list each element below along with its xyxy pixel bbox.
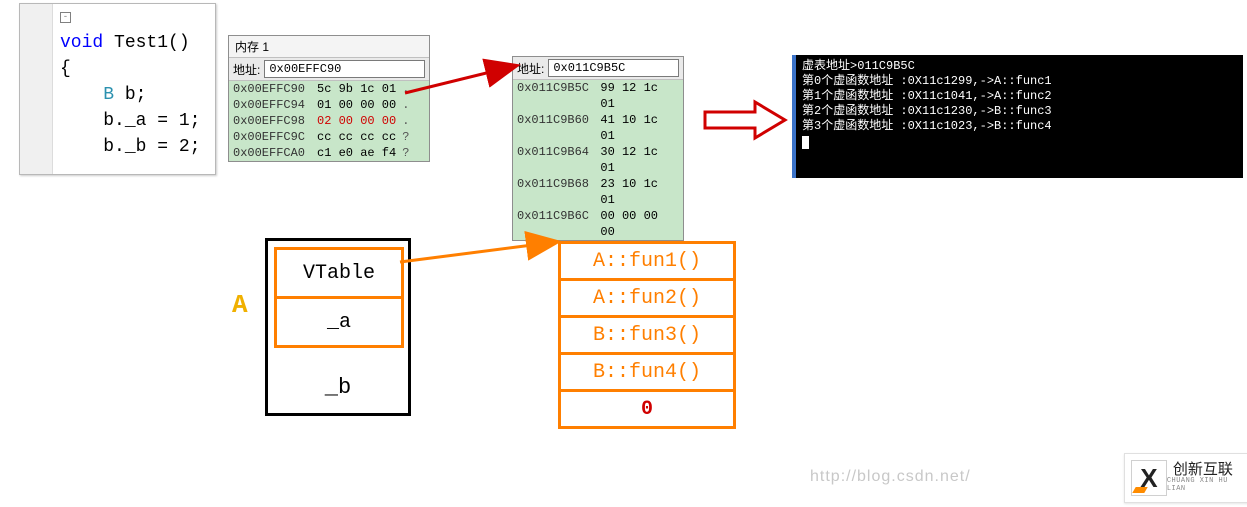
brace-open: { xyxy=(60,59,71,79)
arrow-to-console xyxy=(700,100,790,140)
console-line-1: 第0个虚函数地址 :0X11c1299,->A::func1 xyxy=(802,74,1052,88)
stmt-b: b._b = 2; xyxy=(103,137,200,157)
console-output: 虚表地址>011C9B5C 第0个虚函数地址 :0X11c1299,->A::f… xyxy=(792,55,1243,178)
vtable-entry-0: A::fun1() xyxy=(561,244,733,281)
mem-addr: 0x00EFFCA0 xyxy=(233,145,317,161)
console-line-4: 第3个虚函数地址 :0X11c1023,->B::func4 xyxy=(802,119,1052,133)
memory-body-1: 0x00EFFC905c 9b 1c 01.0x00EFFC9401 00 00… xyxy=(229,81,429,161)
stmt-a: b._a = 1; xyxy=(103,111,200,131)
keyword-void: void xyxy=(60,33,103,53)
memory-row: 0x011C9B6823 10 1c 01 xyxy=(513,176,683,208)
arrow-vtable-pointer xyxy=(398,232,568,272)
arrow-mem1-to-mem2 xyxy=(400,58,530,98)
vtable-list: A::fun1() A::fun2() B::fun3() B::fun4() … xyxy=(558,241,736,429)
memory-pane-2: 地址: 0x011C9B5C 0x011C9B5C99 12 1c 010x01… xyxy=(512,56,684,241)
memory-row: 0x00EFFCA0c1 e0 ae f4? xyxy=(229,145,429,161)
object-inner: VTable _a xyxy=(274,247,404,348)
decl-b: b; xyxy=(114,85,146,105)
mem-bytes: 02 00 00 00 xyxy=(317,113,396,129)
memory-address-bar-2: 地址: 0x011C9B5C xyxy=(513,57,683,80)
memory-row: 0x00EFFC9802 00 00 00. xyxy=(229,113,429,129)
type-B: B xyxy=(103,85,114,105)
mem-suffix: ? xyxy=(402,145,409,161)
mem-bytes: 23 10 1c 01 xyxy=(600,176,679,208)
memory-row: 0x011C9B6041 10 1c 01 xyxy=(513,112,683,144)
mem-bytes: 41 10 1c 01 xyxy=(600,112,679,144)
address-label: 地址: xyxy=(233,61,260,78)
mem-addr: 0x011C9B64 xyxy=(517,144,600,176)
obj-cell-b: _b xyxy=(268,361,408,413)
mem-addr: 0x00EFFC9C xyxy=(233,129,317,145)
console-line-0: 虚表地址>011C9B5C xyxy=(802,59,915,73)
logo-cn: 创新互联 xyxy=(1173,463,1247,477)
mem-addr: 0x011C9B60 xyxy=(517,112,600,144)
mem-addr: 0x00EFFC90 xyxy=(233,81,317,97)
mem-bytes: 01 00 00 00 xyxy=(317,97,396,113)
object-box: VTable _a _b xyxy=(265,238,411,416)
memory-row: 0x00EFFC9401 00 00 00. xyxy=(229,97,429,113)
memory-pane-1: 内存 1 地址: 0x00EFFC90 0x00EFFC905c 9b 1c 0… xyxy=(228,35,430,162)
mem-suffix: . xyxy=(402,113,409,129)
obj-cell-vtable: VTable xyxy=(277,250,401,299)
mem-suffix: ? xyxy=(402,129,409,145)
memory-row: 0x011C9B5C99 12 1c 01 xyxy=(513,80,683,112)
console-line-3: 第2个虚函数地址 :0X11c1230,->B::func3 xyxy=(802,104,1052,118)
logo-mark-icon: X xyxy=(1131,460,1167,496)
mem-suffix: . xyxy=(402,97,409,113)
memory-tab-1[interactable]: 内存 1 xyxy=(229,36,429,58)
logo-en: CHUANG XIN HU LIAN xyxy=(1167,477,1247,493)
mem-addr: 0x011C9B68 xyxy=(517,176,600,208)
memory-body-2: 0x011C9B5C99 12 1c 010x011C9B6041 10 1c … xyxy=(513,80,683,240)
logo-box: X 创新互联 CHUANG XIN HU LIAN xyxy=(1124,453,1247,503)
vtable-entry-1: A::fun2() xyxy=(561,281,733,318)
vtable-entry-null: 0 xyxy=(561,392,733,426)
memory-address-bar-1: 地址: 0x00EFFC90 xyxy=(229,58,429,81)
memory-row: 0x00EFFC9Ccc cc cc cc? xyxy=(229,129,429,145)
memory-row: 0x011C9B6430 12 1c 01 xyxy=(513,144,683,176)
memory-row: 0x00EFFC905c 9b 1c 01. xyxy=(229,81,429,97)
code-body: void Test1() { B b; b._a = 1; b._b = 2; xyxy=(60,4,200,186)
mem-bytes: 5c 9b 1c 01 xyxy=(317,81,396,97)
mem-addr: 0x00EFFC94 xyxy=(233,97,317,113)
mem-bytes: 00 00 00 00 xyxy=(600,208,679,240)
watermark-text: http://blog.csdn.net/ xyxy=(810,468,971,486)
console-cursor xyxy=(802,136,809,149)
mem-bytes: 99 12 1c 01 xyxy=(600,80,679,112)
mem-bytes: 30 12 1c 01 xyxy=(600,144,679,176)
code-pane: - void Test1() { B b; b._a = 1; b._b = 2… xyxy=(19,3,216,175)
mem-bytes: c1 e0 ae f4 xyxy=(317,145,396,161)
vtable-entry-2: B::fun3() xyxy=(561,318,733,355)
address-input-2[interactable]: 0x011C9B5C xyxy=(548,59,679,77)
func-name: Test1() xyxy=(103,33,189,53)
vtable-entry-3: B::fun4() xyxy=(561,355,733,392)
mem-addr: 0x00EFFC98 xyxy=(233,113,317,129)
mem-bytes: cc cc cc cc xyxy=(317,129,396,145)
console-line-2: 第1个虚函数地址 :0X11c1041,->A::func2 xyxy=(802,89,1052,103)
obj-cell-a: _a xyxy=(277,299,401,345)
label-A: A xyxy=(232,290,248,320)
code-gutter xyxy=(20,4,53,174)
